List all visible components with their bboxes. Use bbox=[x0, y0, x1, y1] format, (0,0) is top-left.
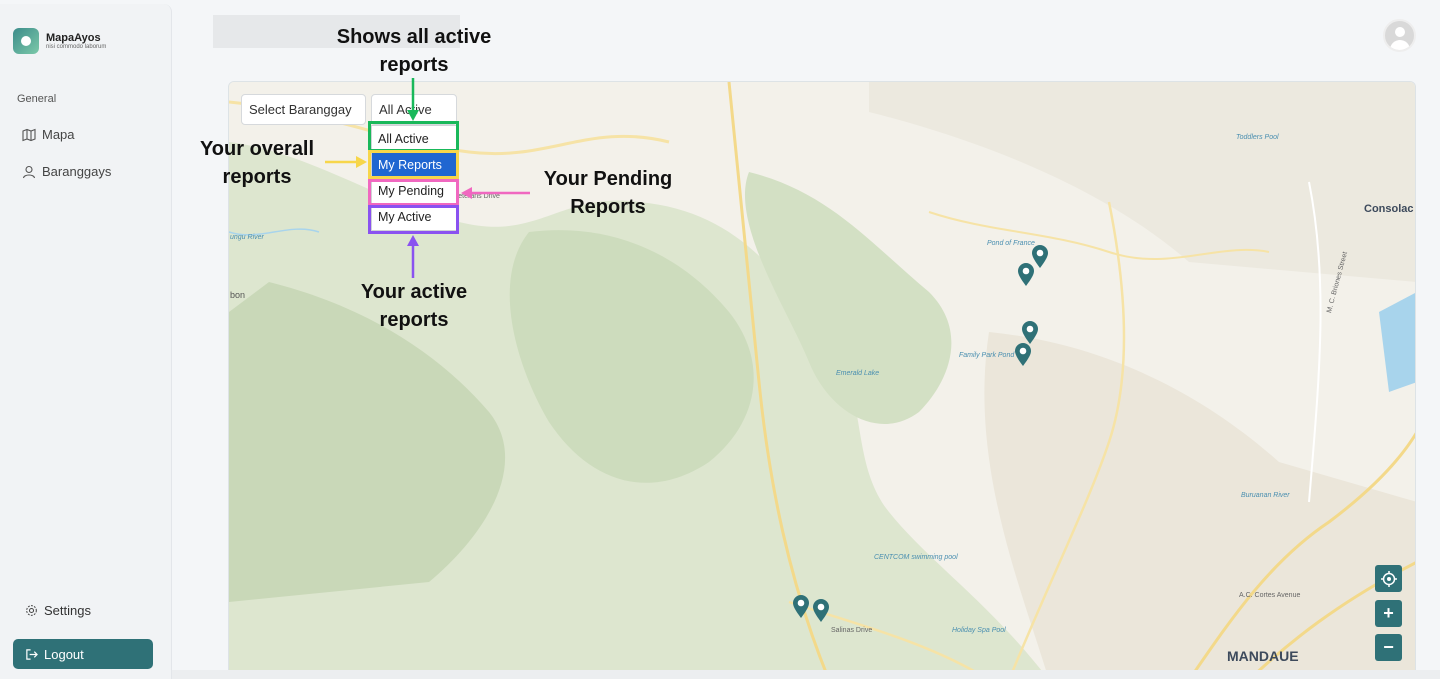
bottom-strip bbox=[172, 670, 1440, 679]
locate-button[interactable] bbox=[1375, 565, 1402, 592]
locate-icon bbox=[1380, 570, 1397, 587]
annotation-all-active: Shows all active reports bbox=[336, 26, 492, 76]
annotation-overall: Your overall reports bbox=[199, 138, 315, 188]
zoom-out-button[interactable]: − bbox=[1375, 634, 1402, 661]
annotation-active: Your active reports bbox=[360, 281, 468, 331]
zoom-in-button[interactable]: + bbox=[1375, 600, 1402, 627]
annotation-arrows bbox=[325, 78, 530, 278]
annotation-pending: Your Pending Reports bbox=[543, 168, 673, 218]
